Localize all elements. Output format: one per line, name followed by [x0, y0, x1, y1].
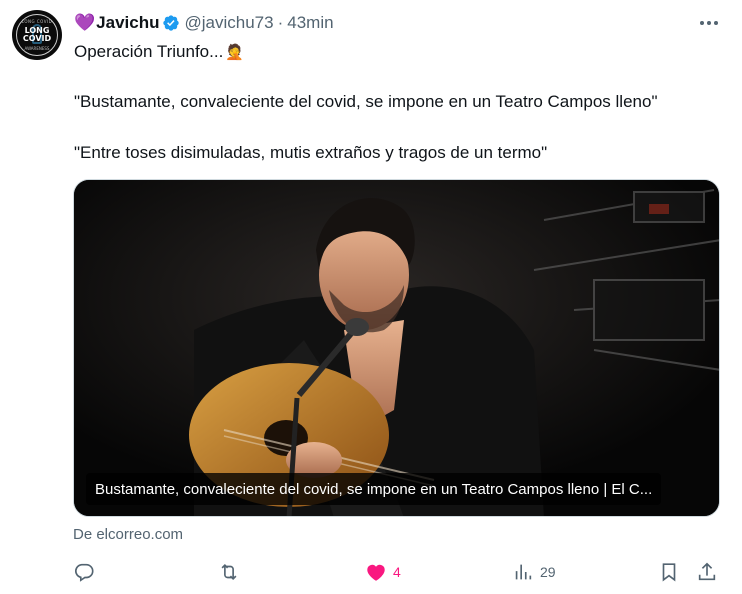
reply-button[interactable] [73, 558, 101, 586]
timestamp[interactable]: 43min [287, 13, 333, 33]
tweet-header: 💜 Javichu @javichu73 · 43min [74, 12, 334, 34]
bookmark-button[interactable] [658, 558, 680, 586]
tweet-text-line-2: "Bustamante, convaleciente del covid, se… [74, 92, 658, 111]
verified-icon [163, 15, 180, 31]
tweet: LONG COVID LONG COVID AWARENESS 💜 Javichu… [0, 0, 742, 594]
link-card[interactable]: Bustamante, convaleciente del covid, se … [73, 179, 720, 517]
reply-icon [75, 563, 94, 582]
separator-dot: · [277, 13, 284, 32]
like-count: 4 [393, 564, 401, 580]
tweet-text: Operación Triunfo... [74, 42, 224, 61]
avatar-main-text: LONG COVID [22, 26, 52, 43]
display-name[interactable]: Javichu [96, 13, 159, 33]
facepalm-emoji-icon: 🤦 [225, 44, 244, 61]
avatar-top-text: LONG COVID [21, 19, 53, 24]
card-photo [74, 180, 719, 516]
action-bar: 4 29 [70, 558, 730, 586]
handle[interactable]: @javichu73 [184, 13, 273, 33]
like-icon [367, 564, 385, 581]
card-caption[interactable]: Bustamante, convaleciente del covid, se … [86, 473, 662, 505]
tweet-text-line-3: "Entre toses disimuladas, mutis extraños… [74, 143, 548, 162]
views-count: 29 [540, 564, 556, 580]
card-source[interactable]: De elcorreo.com [73, 526, 183, 543]
share-button[interactable] [696, 558, 718, 586]
retweet-button[interactable] [218, 558, 246, 586]
avatar[interactable]: LONG COVID LONG COVID AWARENESS [12, 10, 62, 60]
views-button[interactable]: 29 [512, 558, 556, 586]
like-button[interactable]: 4 [365, 558, 401, 586]
share-icon [698, 562, 716, 581]
views-icon [515, 564, 532, 580]
retweet-icon [221, 563, 237, 581]
more-icon[interactable] [694, 12, 724, 34]
bookmark-icon [662, 563, 676, 582]
purple-heart-icon: 💜 [74, 13, 96, 32]
avatar-bottom-text: AWARENESS [24, 46, 50, 51]
tweet-text-line-1: Operación Triunfo... 🤦 [74, 42, 244, 62]
